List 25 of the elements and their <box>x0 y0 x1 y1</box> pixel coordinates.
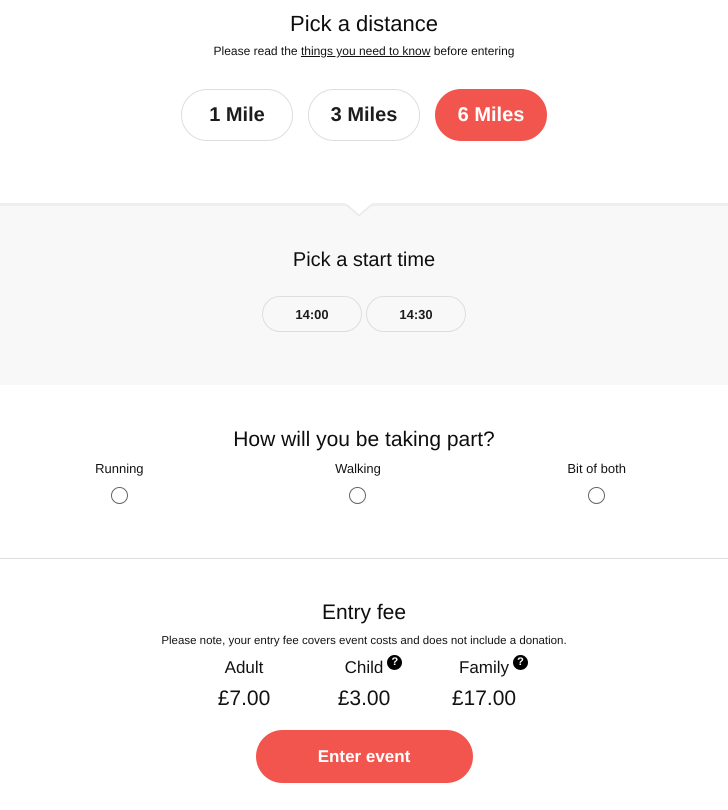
section-title: Entry fee <box>322 600 406 626</box>
distance-option-button[interactable]: 1 Mile <box>181 89 293 141</box>
fee-label: Child <box>344 657 384 679</box>
help-icon[interactable]: ? <box>513 655 528 670</box>
help-icon[interactable]: ? <box>387 655 402 670</box>
section-title: How will you be taking part? <box>233 427 495 453</box>
fee-price: £17.00 <box>452 686 516 712</box>
fee-note-text: Please note, your entry fee covers event costs and does not include a donation. <box>161 634 567 649</box>
fee-price: £3.00 <box>338 686 390 712</box>
radio-button[interactable] <box>110 487 128 504</box>
option-label: Bit of both <box>567 460 626 478</box>
things-to-know-link[interactable]: things you need to know <box>300 44 430 58</box>
radio-button[interactable] <box>588 487 606 504</box>
section-title: Pick a start time <box>292 248 436 273</box>
fee-label: Adult <box>224 657 264 679</box>
fee-price: £7.00 <box>218 686 270 712</box>
fee-label: Family <box>458 657 510 679</box>
instruction-text: Please read the things you need to know before entering <box>214 43 514 59</box>
radio-button[interactable] <box>349 487 366 504</box>
start-time-button[interactable]: 14:30 <box>366 296 466 332</box>
start-time-button[interactable]: 14:00 <box>262 296 362 332</box>
distance-option-button[interactable]: 3 Miles <box>308 89 420 141</box>
section-title: Pick a distance <box>290 10 438 38</box>
option-label: Running <box>95 460 144 478</box>
option-label: Walking <box>335 460 381 478</box>
